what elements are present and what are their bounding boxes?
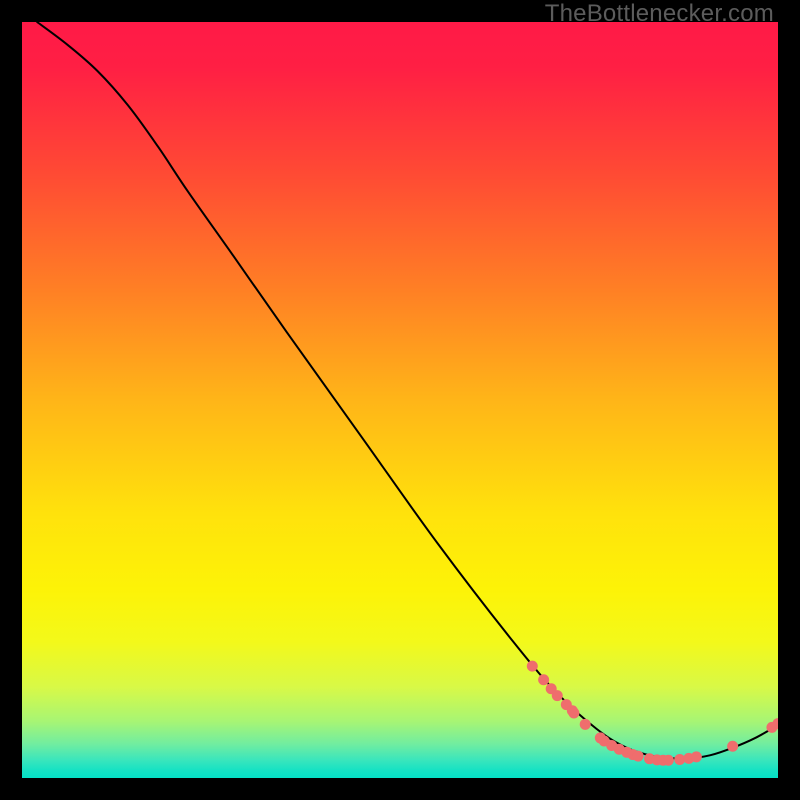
gradient-background [22, 22, 778, 778]
data-marker [727, 741, 738, 752]
chart-stage: TheBottlenecker.com [0, 0, 800, 800]
data-marker [663, 755, 674, 766]
data-marker [552, 690, 563, 701]
data-marker [633, 751, 644, 762]
data-marker [580, 719, 591, 730]
data-marker [527, 661, 538, 672]
bottleneck-chart [22, 22, 778, 778]
data-marker [691, 751, 702, 762]
data-marker [538, 674, 549, 685]
data-marker [568, 707, 579, 718]
